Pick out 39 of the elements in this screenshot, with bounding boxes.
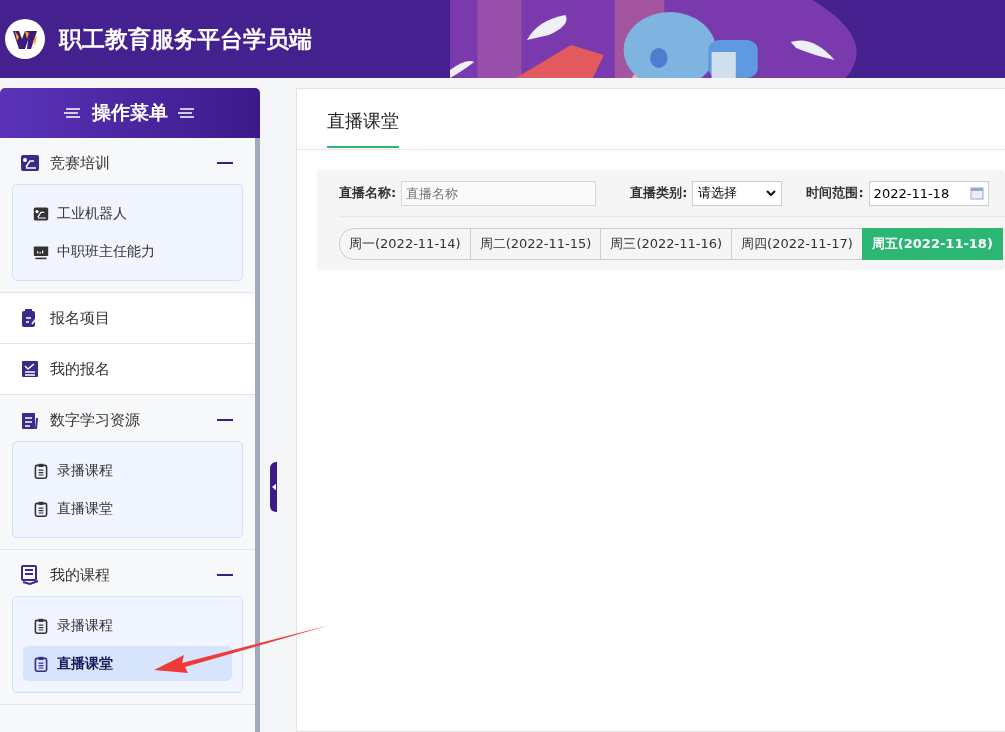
app-title: 职工教育服务平台学员端: [59, 24, 312, 54]
clipboard-icon: [33, 462, 49, 479]
submenu-item[interactable]: 直播课堂: [23, 646, 232, 681]
submenu-item[interactable]: 录播课程: [23, 608, 232, 643]
menu-title: 操作菜单: [92, 100, 168, 125]
course-icon: [20, 565, 40, 585]
field-label: 直播名称:: [339, 184, 397, 202]
day-tab[interactable]: 周四(2022-11-17): [731, 228, 863, 260]
menu-icon: [178, 106, 196, 120]
menu-group[interactable]: 我的课程: [0, 550, 255, 600]
name-input-field[interactable]: 直播名称: [401, 180, 597, 206]
field-label: 时间范围:: [806, 184, 864, 202]
robot-arm-icon: [33, 205, 49, 222]
notebook-icon: [20, 410, 40, 430]
menu-group[interactable]: 数字学习资源: [0, 395, 255, 445]
submenu-item[interactable]: 中职班主任能力: [23, 234, 232, 269]
submenu-item[interactable]: 直播课堂: [23, 491, 232, 526]
clipboard-icon: [33, 655, 49, 672]
monitor-icon: [33, 243, 49, 260]
scrollbar[interactable]: [255, 138, 260, 732]
clipboard-icon: [33, 617, 49, 634]
checklist-icon: [20, 359, 40, 379]
field-label: 直播类别:: [630, 184, 688, 202]
calendar-icon: [969, 186, 984, 200]
menu-group[interactable]: 竞赛培训: [0, 138, 255, 188]
day-tab[interactable]: 周一(2022-11-14): [339, 228, 471, 260]
date-field[interactable]: 2022-11-18: [868, 180, 989, 206]
day-tab[interactable]: 周三(2022-11-16): [600, 228, 733, 260]
menu-icon: [64, 106, 82, 120]
category-dropdown[interactable]: 请选择: [692, 180, 783, 206]
robot-arm-icon: [20, 153, 40, 173]
day-tab[interactable]: 周二(2022-11-15): [469, 228, 602, 260]
chevron-down-icon: [766, 190, 777, 196]
clipboard-icon: [33, 500, 49, 517]
logo-icon: [5, 19, 45, 59]
submenu-item[interactable]: 工业机器人: [23, 196, 232, 231]
page-tab[interactable]: 直播课堂: [327, 89, 399, 148]
collapse-handle[interactable]: [270, 462, 277, 512]
submenu-item[interactable]: 录播课程: [23, 453, 232, 488]
